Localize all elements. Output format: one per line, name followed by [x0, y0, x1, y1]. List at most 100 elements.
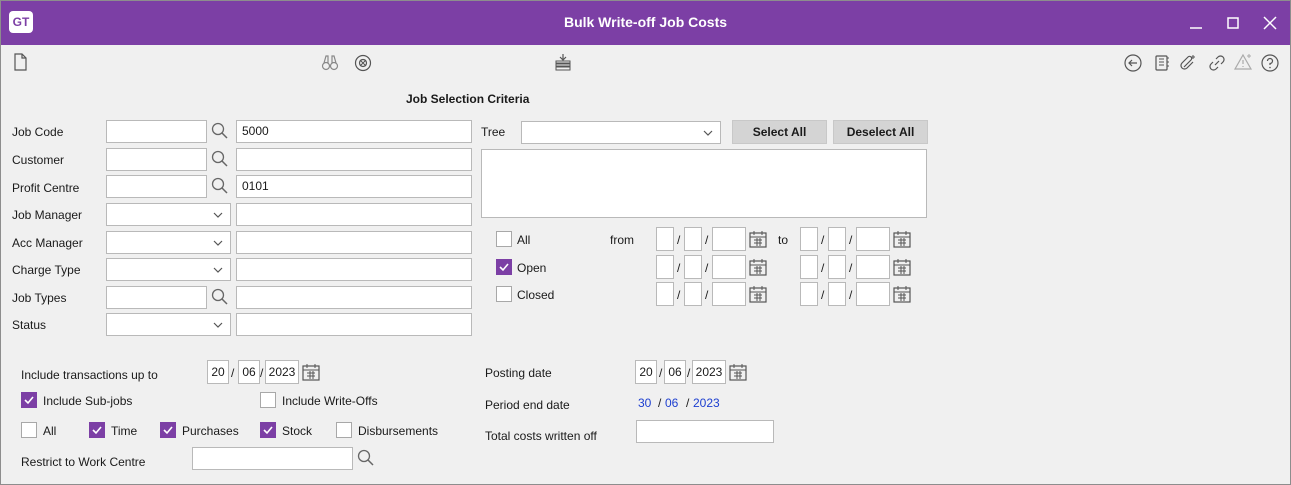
total-costs-input[interactable] — [636, 420, 774, 443]
include-up-to-year[interactable]: 2023 — [265, 360, 299, 384]
type-all-label: All — [43, 424, 57, 438]
acc-manager-description[interactable] — [236, 231, 472, 254]
include-writeoffs-checkbox[interactable] — [260, 392, 276, 408]
type-stock-checkbox[interactable] — [260, 422, 276, 438]
minimize-icon[interactable] — [1186, 13, 1206, 33]
work-centre-input[interactable] — [192, 447, 353, 470]
deselect-all-button[interactable]: Deselect All — [833, 120, 928, 144]
warning-icon[interactable] — [1233, 52, 1253, 72]
close-icon[interactable] — [1260, 13, 1280, 33]
from-month-input[interactable] — [684, 255, 702, 279]
charge-type-description[interactable] — [236, 258, 472, 281]
date-separator: / — [849, 233, 853, 247]
to-year-input[interactable] — [856, 282, 890, 306]
job-code-search-icon[interactable] — [210, 121, 230, 141]
notebook-icon[interactable] — [1152, 53, 1172, 73]
profit-centre-input[interactable] — [106, 175, 207, 198]
calendar-icon[interactable] — [748, 229, 768, 249]
job-types-input[interactable] — [106, 286, 207, 309]
filter-closed-checkbox[interactable] — [496, 286, 512, 302]
job-manager-description[interactable] — [236, 203, 472, 226]
customer-input[interactable] — [106, 148, 207, 171]
chevron-down-icon — [213, 212, 223, 218]
charge-type-select[interactable] — [106, 258, 231, 281]
job-manager-select[interactable] — [106, 203, 231, 226]
from-month-input[interactable] — [684, 227, 702, 251]
to-month-input[interactable] — [828, 282, 846, 306]
select-all-button[interactable]: Select All — [732, 120, 827, 144]
posting-date-year[interactable]: 2023 — [692, 360, 726, 384]
binoculars-icon[interactable] — [320, 53, 340, 73]
cycle-icon[interactable] — [353, 53, 373, 73]
type-disbursements-label: Disbursements — [358, 424, 439, 438]
include-up-to-day[interactable]: 20 — [207, 360, 229, 384]
job-code-label: Job Code — [12, 125, 64, 139]
posting-date-month[interactable]: 06 — [664, 360, 686, 384]
profit-centre-search-icon[interactable] — [210, 176, 230, 196]
type-time-checkbox[interactable] — [89, 422, 105, 438]
job-code-input[interactable] — [106, 120, 207, 143]
filter-all-checkbox[interactable] — [496, 231, 512, 247]
calendar-icon[interactable] — [892, 284, 912, 304]
maximize-icon[interactable] — [1223, 13, 1243, 33]
customer-description[interactable] — [236, 148, 472, 171]
include-subjobs-checkbox[interactable] — [21, 392, 37, 408]
stack-icon[interactable] — [553, 52, 573, 72]
profit-centre-description[interactable]: 0101 — [236, 175, 472, 198]
to-day-input[interactable] — [800, 255, 818, 279]
include-up-to-month[interactable]: 06 — [238, 360, 260, 384]
customer-search-icon[interactable] — [210, 149, 230, 169]
calendar-icon[interactable] — [892, 257, 912, 277]
type-purchases-checkbox[interactable] — [160, 422, 176, 438]
from-day-input[interactable] — [656, 282, 674, 306]
filter-open-checkbox[interactable] — [496, 259, 512, 275]
job-types-description[interactable] — [236, 286, 472, 309]
link-icon[interactable] — [1207, 53, 1227, 73]
type-stock-label: Stock — [282, 424, 313, 438]
calendar-icon[interactable] — [748, 257, 768, 277]
profit-centre-label: Profit Centre — [12, 181, 80, 195]
to-year-input[interactable] — [856, 255, 890, 279]
work-centre-search-icon[interactable] — [356, 448, 376, 468]
to-month-input[interactable] — [828, 255, 846, 279]
type-all-checkbox[interactable] — [21, 422, 37, 438]
date-separator: / — [677, 288, 681, 302]
tree-list[interactable] — [481, 149, 927, 218]
from-day-input[interactable] — [656, 255, 674, 279]
type-disbursements-checkbox[interactable] — [336, 422, 352, 438]
date-separator: / — [705, 288, 709, 302]
job-code-description[interactable]: 5000 — [236, 120, 472, 143]
from-year-input[interactable] — [712, 227, 746, 251]
date-separator: / — [677, 233, 681, 247]
from-year-input[interactable] — [712, 282, 746, 306]
status-select[interactable] — [106, 313, 231, 336]
circle-left-arrow-icon[interactable] — [1123, 53, 1143, 73]
calendar-icon[interactable] — [301, 362, 321, 382]
calendar-icon[interactable] — [748, 284, 768, 304]
from-month-input[interactable] — [684, 282, 702, 306]
date-separator: / — [687, 366, 691, 380]
calendar-icon[interactable] — [892, 229, 912, 249]
help-icon[interactable] — [1260, 53, 1280, 73]
acc-manager-select[interactable] — [106, 231, 231, 254]
paperclip-icon[interactable] — [1178, 53, 1198, 73]
to-year-input[interactable] — [856, 227, 890, 251]
job-types-search-icon[interactable] — [210, 287, 230, 307]
tree-label: Tree — [481, 125, 506, 139]
to-day-input[interactable] — [800, 227, 818, 251]
document-icon[interactable] — [10, 52, 30, 72]
to-month-input[interactable] — [828, 227, 846, 251]
status-description[interactable] — [236, 313, 472, 336]
type-purchases-label: Purchases — [182, 424, 239, 438]
title-bar: GT Bulk Write-off Job Costs — [1, 1, 1290, 45]
to-day-input[interactable] — [800, 282, 818, 306]
from-label: from — [610, 233, 634, 247]
posting-date-day[interactable]: 20 — [635, 360, 657, 384]
calendar-icon[interactable] — [728, 362, 748, 382]
include-writeoffs-label: Include Write-Offs — [282, 394, 378, 408]
tree-select[interactable] — [521, 121, 721, 144]
main-window: GT Bulk Write-off Job Costs Job Selectio… — [0, 0, 1291, 485]
from-year-input[interactable] — [712, 255, 746, 279]
from-day-input[interactable] — [656, 227, 674, 251]
chevron-down-icon — [213, 240, 223, 246]
